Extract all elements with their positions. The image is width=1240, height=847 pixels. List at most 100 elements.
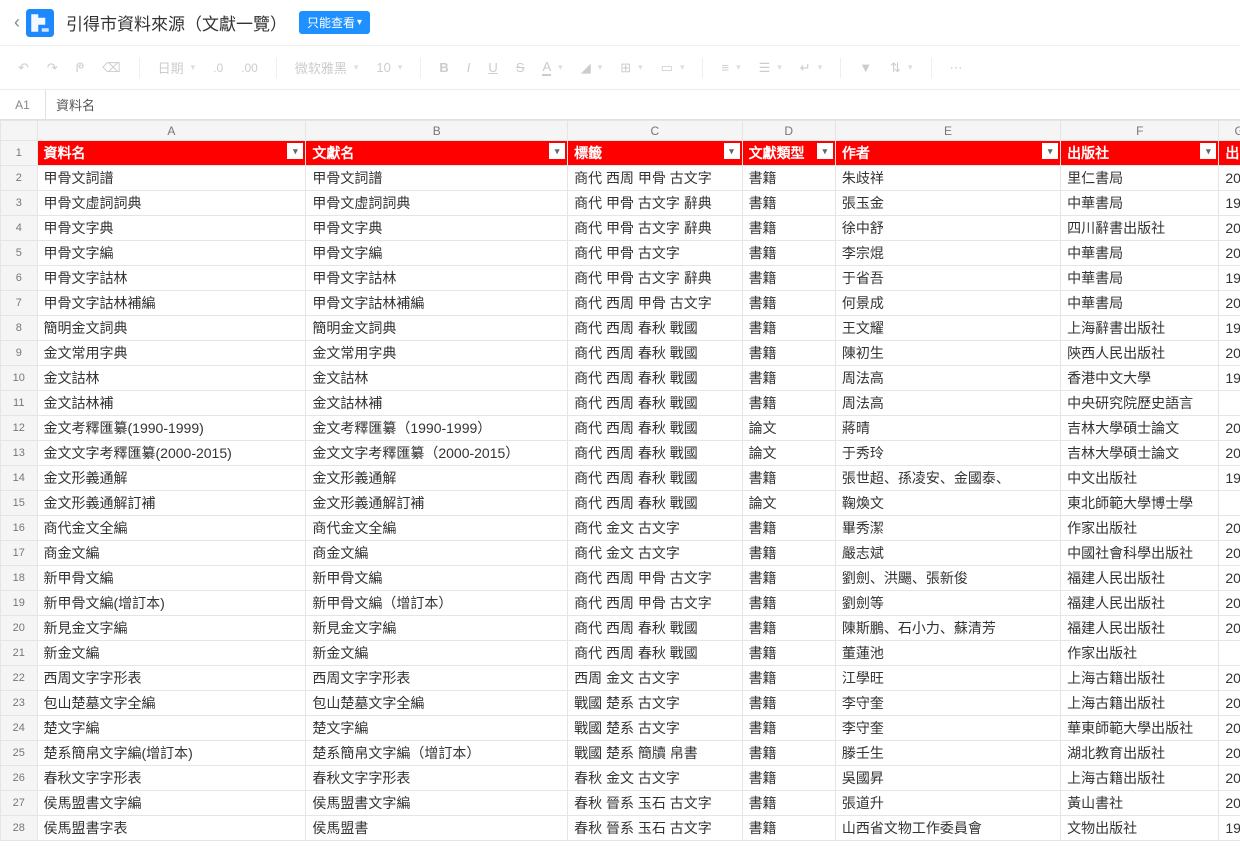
cell[interactable]: 江學旺 — [835, 666, 1060, 691]
cell[interactable]: 中華書局 — [1061, 266, 1219, 291]
cell[interactable]: 甲骨文字編 — [306, 241, 568, 266]
cell[interactable]: 20 — [1219, 341, 1240, 366]
italic-icon[interactable]: I — [467, 60, 471, 75]
underline-icon[interactable]: U — [488, 60, 497, 75]
cell[interactable]: 朱歧祥 — [835, 166, 1060, 191]
cell[interactable]: 文物出版社 — [1061, 816, 1219, 841]
cell[interactable]: 包山楚墓文字全編 — [306, 691, 568, 716]
cell[interactable]: 書籍 — [742, 591, 835, 616]
cell[interactable]: 商代 西周 甲骨 古文字 — [568, 566, 742, 591]
row-header[interactable]: 3 — [1, 191, 38, 216]
cell[interactable]: 金文考釋匯纂(1990-1999) — [37, 416, 306, 441]
row-header[interactable]: 10 — [1, 366, 38, 391]
cell[interactable]: 書籍 — [742, 541, 835, 566]
cell[interactable]: 香港中文大學 — [1061, 366, 1219, 391]
cell[interactable]: 甲骨文虛詞詞典 — [37, 191, 306, 216]
cell[interactable]: 金文文字考釋匯纂（2000-2015） — [306, 441, 568, 466]
cell[interactable]: 書籍 — [742, 666, 835, 691]
cell[interactable]: 金文詁林 — [306, 366, 568, 391]
cell[interactable]: 作家出版社 — [1061, 641, 1219, 666]
cell[interactable]: 侯馬盟書文字編 — [37, 791, 306, 816]
cell[interactable]: 侯馬盟書字表 — [37, 816, 306, 841]
row-header[interactable]: 6 — [1, 266, 38, 291]
row-header[interactable]: 9 — [1, 341, 38, 366]
cell[interactable]: 金文文字考釋匯纂(2000-2015) — [37, 441, 306, 466]
cell[interactable]: 論文 — [742, 416, 835, 441]
row-header[interactable]: 11 — [1, 391, 38, 416]
cell[interactable]: 20 — [1219, 441, 1240, 466]
cell[interactable]: 上海古籍出版社 — [1061, 666, 1219, 691]
row-header[interactable]: 27 — [1, 791, 38, 816]
cell[interactable]: 書籍 — [742, 766, 835, 791]
cell[interactable]: 商代 西周 甲骨 古文字 — [568, 591, 742, 616]
cell[interactable]: 商代 西周 春秋 戰國 — [568, 466, 742, 491]
cell[interactable]: 商代 西周 春秋 戰國 — [568, 491, 742, 516]
cell[interactable]: 書籍 — [742, 741, 835, 766]
cell[interactable] — [1219, 641, 1240, 666]
cell[interactable]: 甲骨文字編 — [37, 241, 306, 266]
cell[interactable]: 20 — [1219, 691, 1240, 716]
cell[interactable]: 20 — [1219, 591, 1240, 616]
row-header[interactable]: 28 — [1, 816, 38, 841]
cell[interactable]: 新甲骨文編 — [37, 566, 306, 591]
cell[interactable]: 書籍 — [742, 616, 835, 641]
h-align-icon[interactable]: ≡ — [721, 60, 740, 75]
cell[interactable]: 商代 西周 甲骨 古文字 — [568, 166, 742, 191]
cell[interactable]: 金文詁林補 — [37, 391, 306, 416]
more-icon[interactable]: ⋯ — [950, 60, 963, 76]
cell[interactable]: 湖北教育出版社 — [1061, 741, 1219, 766]
cell[interactable]: 李守奎 — [835, 691, 1060, 716]
cell[interactable]: 20 — [1219, 541, 1240, 566]
cell[interactable]: 春秋 金文 古文字 — [568, 766, 742, 791]
cell[interactable] — [1219, 391, 1240, 416]
cell[interactable]: 陳斯鵬、石小力、蘇清芳 — [835, 616, 1060, 641]
cell[interactable]: 劉劍等 — [835, 591, 1060, 616]
cell[interactable]: 書籍 — [742, 341, 835, 366]
filter-dropdown-icon[interactable]: ▾ — [1200, 143, 1216, 159]
row-header[interactable]: 2 — [1, 166, 38, 191]
cell[interactable]: 新金文編 — [306, 641, 568, 666]
cell[interactable]: 甲骨文字詁林 — [37, 266, 306, 291]
cell[interactable]: 商代 西周 春秋 戰國 — [568, 441, 742, 466]
cell[interactable]: 楚系簡帛文字編(增訂本) — [37, 741, 306, 766]
row-header[interactable]: 12 — [1, 416, 38, 441]
cell[interactable]: 20 — [1219, 716, 1240, 741]
cell[interactable]: 書籍 — [742, 716, 835, 741]
cell[interactable]: 新甲骨文編（增訂本） — [306, 591, 568, 616]
cell[interactable]: 董蓮池 — [835, 641, 1060, 666]
clear-format-icon[interactable]: ⌫ — [102, 60, 120, 76]
cell[interactable]: 書籍 — [742, 566, 835, 591]
cell[interactable]: 甲骨文字典 — [306, 216, 568, 241]
cell[interactable]: 商代 西周 春秋 戰國 — [568, 366, 742, 391]
cell[interactable]: 春秋文字字形表 — [306, 766, 568, 791]
cell[interactable]: 20 — [1219, 166, 1240, 191]
cell[interactable]: 楚文字編 — [37, 716, 306, 741]
col-header-G[interactable]: G — [1219, 121, 1240, 141]
cell[interactable]: 吳國昇 — [835, 766, 1060, 791]
cell[interactable]: 上海古籍出版社 — [1061, 766, 1219, 791]
col-header-C[interactable]: C — [568, 121, 742, 141]
cell[interactable]: 甲骨文字典 — [37, 216, 306, 241]
cell[interactable]: 19 — [1219, 191, 1240, 216]
cell[interactable]: 包山楚墓文字全編 — [37, 691, 306, 716]
cell[interactable]: 新甲骨文編(增訂本) — [37, 591, 306, 616]
cell[interactable]: 商代 西周 春秋 戰國 — [568, 641, 742, 666]
view-only-badge[interactable]: 只能查看 — [299, 11, 370, 34]
cell[interactable]: 王文耀 — [835, 316, 1060, 341]
cell[interactable]: 周法高 — [835, 366, 1060, 391]
bold-icon[interactable]: B — [439, 60, 448, 75]
cell[interactable]: 金文形義通解 — [306, 466, 568, 491]
cell[interactable]: 商代 西周 春秋 戰國 — [568, 316, 742, 341]
app-logo-icon[interactable] — [26, 9, 54, 37]
cell[interactable]: 20 — [1219, 241, 1240, 266]
row-header[interactable]: 4 — [1, 216, 38, 241]
cell[interactable]: 甲骨文詞譜 — [306, 166, 568, 191]
cell[interactable]: 20 — [1219, 666, 1240, 691]
cell[interactable]: 論文 — [742, 491, 835, 516]
cell[interactable]: 甲骨文字詁林 — [306, 266, 568, 291]
cell[interactable]: 19 — [1219, 366, 1240, 391]
cell[interactable]: 20 — [1219, 516, 1240, 541]
spreadsheet-grid[interactable]: A B C D E F G 1 資料名▾ 文獻名▾ 標籤▾ 文獻類型▾ 作者▾ … — [0, 120, 1240, 841]
cell[interactable]: 華東師範大學出版社 — [1061, 716, 1219, 741]
cell[interactable]: 金文形義通解 — [37, 466, 306, 491]
